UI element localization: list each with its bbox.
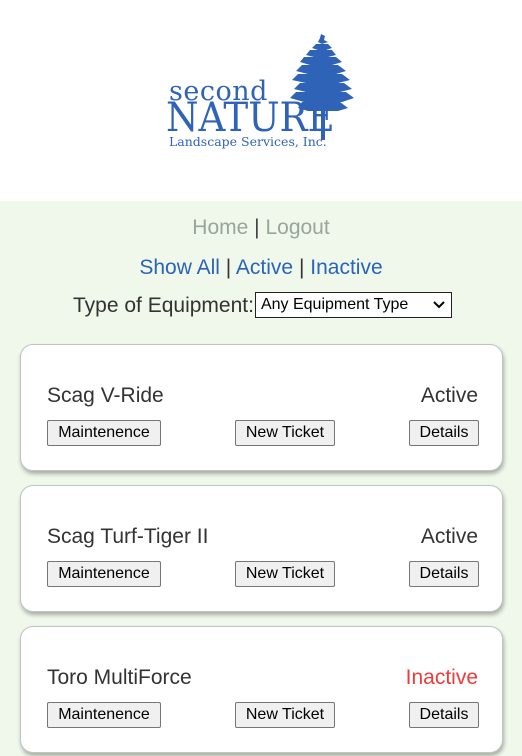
logout-link[interactable]: Logout	[265, 216, 329, 239]
home-link[interactable]: Home	[192, 216, 248, 239]
equipment-card: Scag Turf-Tiger II Active Maintenence Ne…	[20, 485, 503, 612]
details-button[interactable]: Details	[409, 420, 479, 446]
logo-text-nature: NATURE	[166, 95, 335, 141]
company-logo[interactable]: second NATURE Landscape Services, Inc.	[166, 32, 358, 154]
details-button[interactable]: Details	[409, 561, 479, 587]
nav-separator: |	[254, 216, 260, 239]
equipment-type-select[interactable]: Any Equipment Type	[254, 292, 452, 318]
show-all-link[interactable]: Show All	[139, 256, 220, 279]
equipment-type-label: Type of Equipment:	[73, 293, 254, 317]
logo-text-tagline: Landscape Services, Inc.	[169, 134, 327, 149]
status-filter-nav: Show All | Active | Inactive	[0, 257, 522, 278]
equipment-name: Toro MultiForce	[47, 666, 192, 689]
top-nav: Home | Logout	[0, 217, 522, 238]
maintenance-button[interactable]: Maintenence	[47, 561, 161, 587]
header: second NATURE Landscape Services, Inc.	[0, 0, 522, 201]
active-link[interactable]: Active	[236, 256, 293, 279]
filter-separator: |	[225, 256, 232, 279]
equipment-status: Active	[420, 384, 478, 407]
filter-separator: |	[298, 256, 305, 279]
equipment-card: Scag V-Ride Active Maintenence New Ticke…	[20, 344, 503, 471]
equipment-status: Inactive	[405, 666, 478, 689]
equipment-type-selected: Any Equipment Type	[260, 296, 409, 313]
main-content: Home | Logout Show All | Active | Inacti…	[0, 201, 522, 756]
equipment-type-row: Type of Equipment: Any Equipment Type	[73, 292, 452, 318]
inactive-link[interactable]: Inactive	[310, 256, 382, 279]
equipment-status: Active	[420, 525, 478, 548]
equipment-name: Scag V-Ride	[47, 384, 164, 407]
maintenance-button[interactable]: Maintenence	[47, 702, 161, 728]
new-ticket-button[interactable]: New Ticket	[235, 702, 335, 728]
new-ticket-button[interactable]: New Ticket	[235, 420, 335, 446]
equipment-card: Toro MultiForce Inactive Maintenence New…	[20, 626, 503, 753]
details-button[interactable]: Details	[409, 702, 479, 728]
chevron-down-icon	[433, 301, 445, 309]
equipment-name: Scag Turf-Tiger II	[47, 525, 209, 548]
maintenance-button[interactable]: Maintenence	[47, 420, 161, 446]
new-ticket-button[interactable]: New Ticket	[235, 561, 335, 587]
